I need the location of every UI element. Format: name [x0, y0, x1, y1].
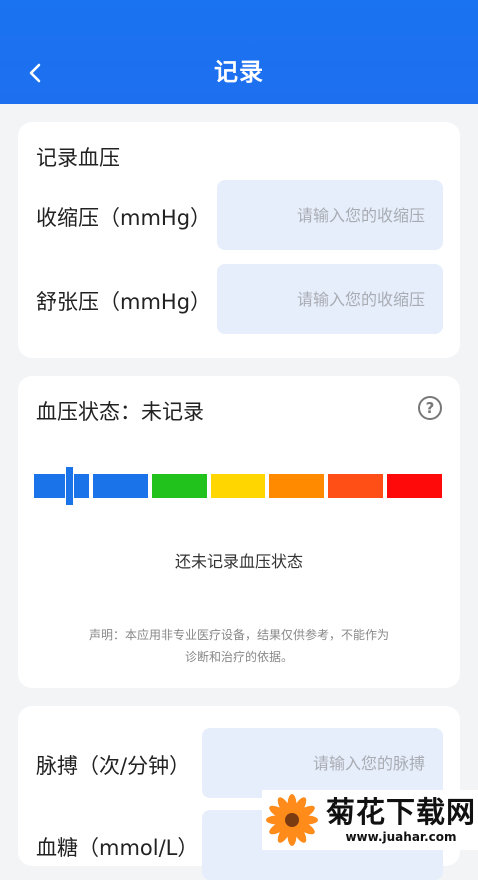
bp-level-segment [387, 474, 443, 498]
watermark-logo: 菊花下载网 www.juahar.com [262, 790, 478, 850]
bp-status-card: 血压状态：未记录 ? 还未记录血压状态 声明：本应用非专业医疗设备，结果仅供参考… [18, 376, 460, 688]
bp-level-segment [210, 474, 266, 498]
systolic-label: 收缩压（mmHg） [36, 206, 212, 230]
systolic-input[interactable] [217, 180, 443, 250]
bp-section-title: 记录血压 [36, 146, 120, 170]
bp-level-segment [34, 474, 89, 498]
bp-status-empty-text: 还未记录血压状态 [174, 552, 303, 571]
disclaimer: 声明：本应用非专业医疗设备，结果仅供参考，不能作为 诊断和治疗的依据。 [18, 624, 460, 668]
diastolic-label: 舒张压（mmHg） [36, 290, 212, 314]
pulse-label: 脉搏（次/分钟） [36, 754, 191, 778]
flower-icon [266, 794, 318, 846]
watermark-title: 菊花下载网 [326, 795, 477, 829]
blood-sugar-label: 血糖（mmol/L） [36, 836, 199, 860]
pulse-input[interactable] [202, 728, 443, 798]
diastolic-input[interactable] [217, 264, 443, 334]
disclaimer-line-2: 诊断和治疗的依据。 [184, 650, 293, 664]
bp-level-segment [151, 474, 207, 498]
disclaimer-line-1: 声明：本应用非专业医疗设备，结果仅供参考，不能作为 [88, 628, 389, 642]
bp-level-marker [65, 467, 74, 505]
app-header: 记录 [0, 0, 478, 104]
bp-status-title: 血压状态：未记录 [36, 400, 204, 424]
bp-level-segment [269, 474, 325, 498]
bp-level-segment [328, 474, 384, 498]
bp-level-bar [34, 474, 443, 498]
question-circle-icon[interactable]: ? [418, 396, 442, 420]
bp-level-segment [92, 474, 148, 498]
bp-record-card: 记录血压 收缩压（mmHg） 舒张压（mmHg） [18, 122, 460, 358]
watermark-url: www.juahar.com [345, 830, 457, 844]
page-title: 记录 [214, 58, 264, 86]
